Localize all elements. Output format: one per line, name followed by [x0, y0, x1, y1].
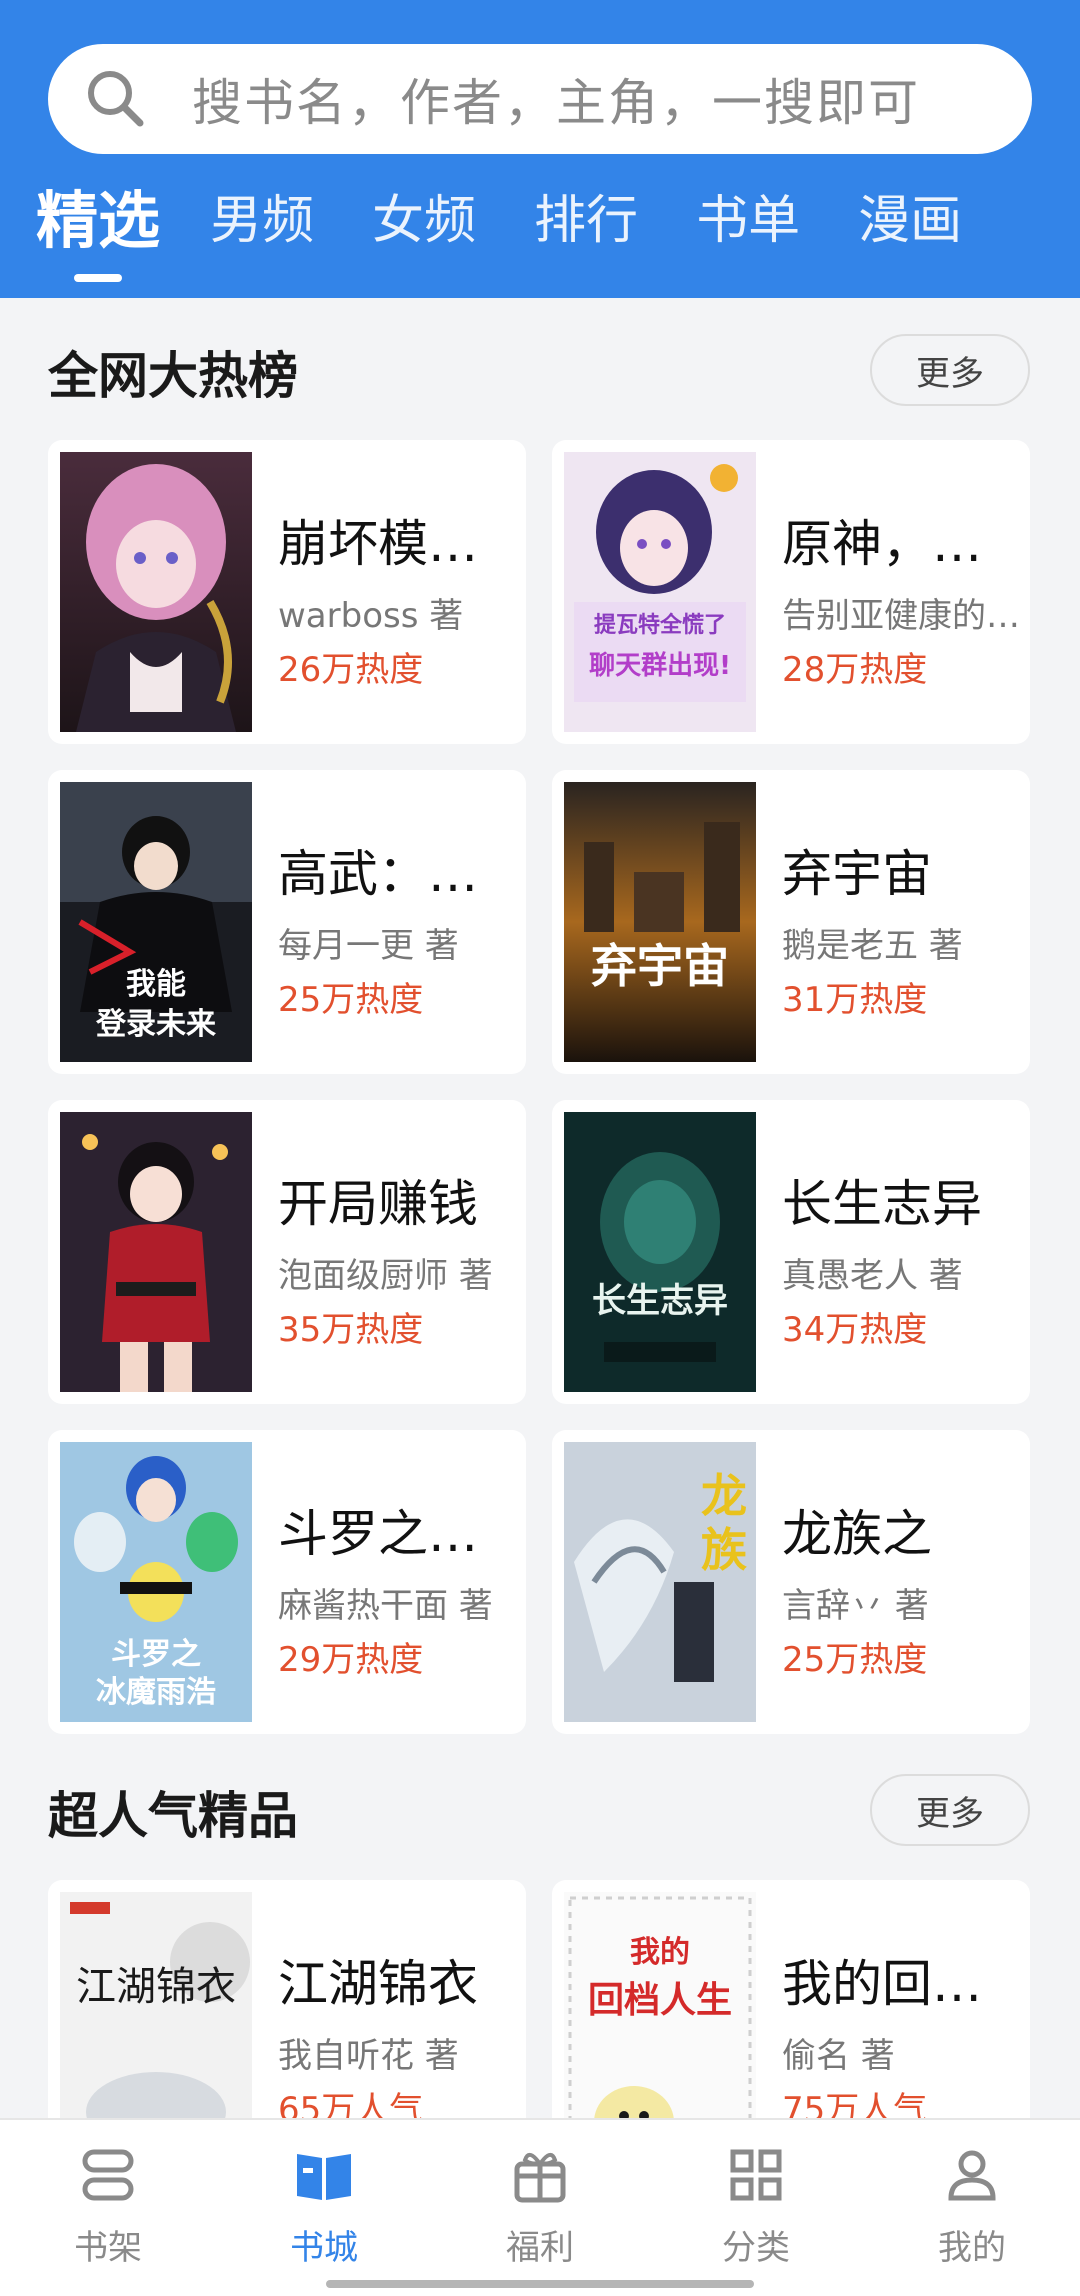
svg-text:登录未来: 登录未来	[95, 1007, 216, 1042]
nav-bookshelf[interactable]: 书架	[0, 2144, 216, 2268]
book-title: 高武：我能登录未来	[278, 845, 510, 903]
bottom-navigation: 书架 书城 福利 分类 我的	[0, 2118, 1080, 2296]
book-cover: 长生志异	[564, 1112, 756, 1392]
book-title: 崩坏模拟器	[278, 515, 510, 573]
book-card[interactable]: 我能 登录未来 高武：我能登录未来 每月一更 著 25万热度	[48, 770, 526, 1074]
tab-label: 书单	[696, 191, 801, 251]
book-author: 言辞丷 著	[782, 1586, 929, 1626]
tab-male[interactable]: 男频	[210, 186, 314, 256]
book-cover	[60, 1112, 252, 1392]
tab-label: 排行	[534, 191, 639, 251]
user-icon	[948, 2150, 996, 2201]
book-heat: 26万热度	[278, 650, 424, 690]
tab-comics[interactable]: 漫画	[858, 186, 962, 256]
book-author: 偷名 著	[782, 2036, 895, 2076]
book-title: 长生志异	[782, 1175, 982, 1233]
book-title: 我的回档人生	[782, 1955, 1014, 2013]
book-title: 原神，提瓦特全	[782, 515, 1014, 573]
tab-label: 男频	[210, 191, 315, 251]
book-author: 鹅是老五 著	[782, 926, 963, 966]
svg-text:我能: 我能	[126, 967, 186, 1002]
nav-label: 福利	[506, 2228, 574, 2268]
book-author: 泡面级厨师 著	[278, 1256, 493, 1296]
nav-bookstore[interactable]: 书城	[216, 2144, 432, 2268]
book-title: 斗罗之冰魔雨浩	[278, 1505, 510, 1563]
search-icon	[88, 71, 144, 127]
section-title-hot-list: 全网大热榜	[48, 347, 298, 405]
grid-icon	[730, 2149, 782, 2201]
svg-text:斗罗之: 斗罗之	[111, 1637, 201, 1672]
book-heat: 25万热度	[278, 980, 424, 1020]
book-card[interactable]: 开局赚钱 泡面级厨师 著 35万热度	[48, 1100, 526, 1404]
book-cover: 提瓦特全慌了 聊天群出现!	[564, 452, 756, 732]
more-button-popular[interactable]: 更多	[870, 1774, 1030, 1846]
book-card[interactable]: 龙 族 龙族之 言辞丷 著 25万热度	[552, 1430, 1030, 1734]
book-heat: 25万热度	[782, 1640, 928, 1680]
svg-text:弃宇宙: 弃宇宙	[591, 939, 729, 993]
more-button-hot-list[interactable]: 更多	[870, 334, 1030, 406]
book-author: 告别亚健康的小蛇 著	[782, 596, 1022, 636]
book-author: 真愚老人 著	[782, 1256, 963, 1296]
book-card[interactable]: 长生志异 长生志异 真愚老人 著 34万热度	[552, 1100, 1030, 1404]
tab-featured[interactable]: 精选	[36, 184, 161, 282]
bookshelf-icon	[82, 2149, 134, 2201]
gift-icon	[514, 2152, 566, 2203]
svg-text:族: 族	[701, 1523, 747, 1577]
book-cover: 斗罗之 冰魔雨浩	[60, 1442, 252, 1722]
search-placeholder: 搜书名，作者，主角，一搜即可	[192, 74, 920, 132]
search-bar[interactable]: 搜书名，作者，主角，一搜即可	[48, 44, 1032, 154]
tab-label: 漫画	[858, 191, 963, 251]
book-cover	[60, 452, 252, 732]
tab-label: 精选	[36, 184, 161, 257]
section-title-popular: 超人气精品	[48, 1787, 298, 1845]
nav-label: 我的	[938, 2228, 1006, 2268]
book-heat: 28万热度	[782, 650, 928, 690]
svg-text:龙: 龙	[701, 1469, 747, 1523]
book-author: 麻酱热干面 著	[278, 1586, 493, 1626]
book-title: 开局赚钱	[278, 1175, 478, 1233]
book-title: 龙族之	[782, 1505, 932, 1563]
book-cover: 我能 登录未来	[60, 782, 252, 1062]
book-cover: 弃宇宙	[564, 782, 756, 1062]
book-heat: 31万热度	[782, 980, 928, 1020]
tab-booklist[interactable]: 书单	[696, 186, 800, 256]
book-card[interactable]: 斗罗之 冰魔雨浩 斗罗之冰魔雨浩 麻酱热干面 著 29万热度	[48, 1430, 526, 1734]
svg-text:聊天群出现!: 聊天群出现!	[589, 651, 731, 681]
book-heat: 29万热度	[278, 1640, 424, 1680]
category-tabs: 精选 男频 女频 排行 书单 漫画	[36, 186, 1056, 286]
nav-label: 书架	[74, 2228, 142, 2268]
tab-label: 女频	[372, 191, 477, 251]
tab-female[interactable]: 女频	[372, 186, 476, 256]
nav-label: 分类	[722, 2228, 790, 2268]
book-open-icon	[297, 2154, 351, 2200]
top-header: 搜书名，作者，主角，一搜即可 精选 男频 女频 排行 书单 漫画	[0, 0, 1080, 298]
nav-categories[interactable]: 分类	[648, 2144, 864, 2268]
nav-profile[interactable]: 我的	[864, 2144, 1080, 2268]
book-card[interactable]: 提瓦特全慌了 聊天群出现! 原神，提瓦特全 告别亚健康的小蛇 著 28万热度	[552, 440, 1030, 744]
book-author: 每月一更 著	[278, 926, 459, 966]
svg-text:我的: 我的	[630, 1935, 690, 1970]
nav-benefits[interactable]: 福利	[432, 2144, 648, 2268]
svg-text:长生志异: 长生志异	[592, 1281, 728, 1321]
book-author: warboss 著	[278, 596, 464, 636]
book-card[interactable]: 弃宇宙 弃宇宙 鹅是老五 著 31万热度	[552, 770, 1030, 1074]
svg-text:提瓦特全慌了: 提瓦特全慌了	[594, 612, 726, 638]
home-indicator	[326, 2280, 754, 2288]
book-heat: 35万热度	[278, 1310, 424, 1350]
book-cover: 龙 族	[564, 1442, 756, 1722]
svg-text:冰魔雨浩: 冰魔雨浩	[96, 1675, 216, 1710]
nav-label: 书城	[290, 2228, 358, 2268]
book-card[interactable]: 崩坏模拟器 warboss 著 26万热度	[48, 440, 526, 744]
book-heat: 34万热度	[782, 1310, 928, 1350]
book-author: 我自听花 著	[278, 2036, 459, 2076]
active-tab-indicator	[74, 274, 122, 282]
svg-text:回档人生: 回档人生	[588, 1980, 732, 2021]
book-title: 江湖锦衣	[278, 1955, 478, 2013]
tab-ranking[interactable]: 排行	[534, 186, 638, 256]
svg-text:江湖锦衣: 江湖锦衣	[76, 1964, 236, 2010]
book-title: 弃宇宙	[782, 845, 932, 903]
